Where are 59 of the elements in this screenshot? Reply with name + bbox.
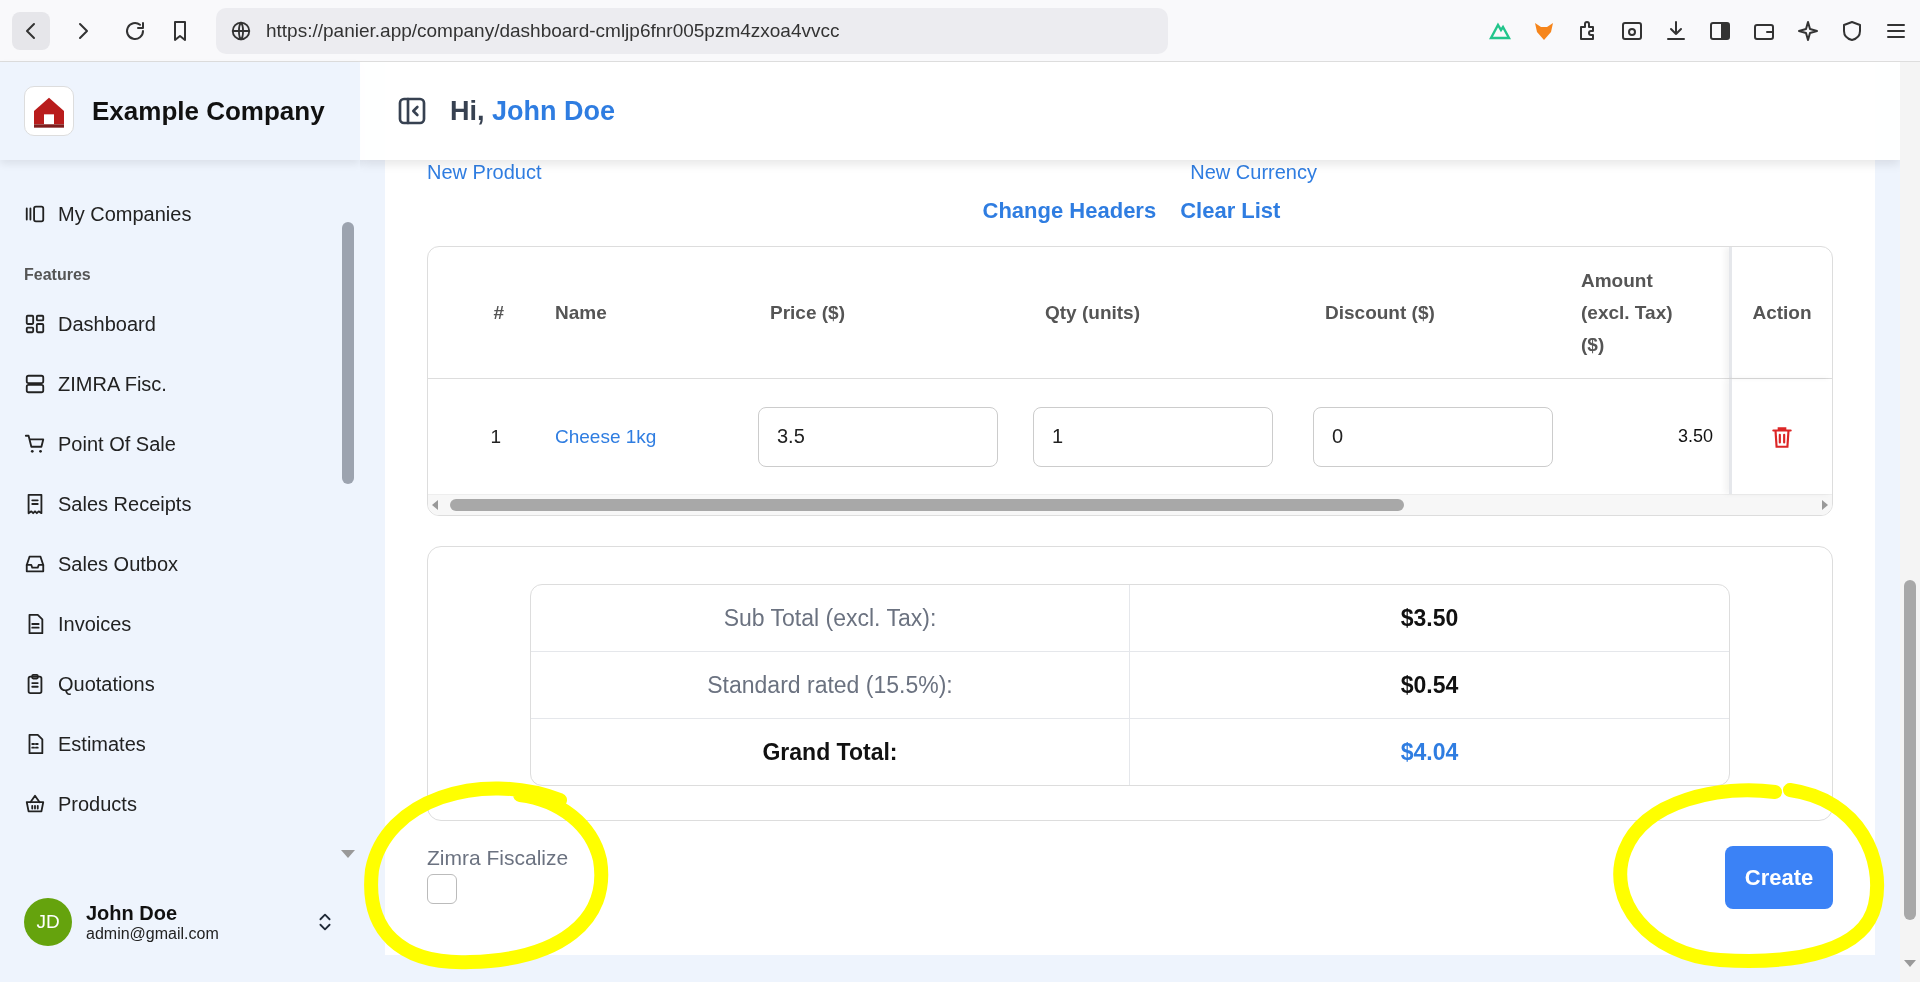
column-header: Name (554, 300, 608, 325)
total-value: $3.50 (1399, 603, 1460, 633)
sidebar-item[interactable]: Dashboard (24, 294, 324, 354)
shield-icon[interactable] (1840, 18, 1864, 43)
price-field[interactable]: 3.5 (758, 406, 998, 467)
user-avatar: JD (24, 898, 72, 946)
link[interactable]: Clear List (1180, 198, 1281, 226)
back-button[interactable] (12, 11, 50, 50)
column-header: Action (1729, 247, 1832, 378)
column-header: Discount ($) (1324, 300, 1436, 325)
sidebar-item[interactable]: Sales Receipts (24, 474, 324, 534)
link[interactable]: New Currency (1190, 161, 1317, 185)
discount-field[interactable]: 0 (1313, 406, 1553, 467)
total-value: $4.04 (1399, 737, 1460, 767)
company-name: Example Company (92, 95, 325, 127)
total-label: Standard rated (15.5%): (531, 652, 1130, 718)
cart-icon (24, 433, 46, 455)
amount-cell: 3.50 (1677, 426, 1713, 447)
link[interactable]: Change Headers (982, 198, 1157, 226)
server-icon (24, 373, 46, 395)
download-icon[interactable] (1664, 18, 1688, 43)
scrollbar-thumb[interactable] (342, 222, 354, 484)
qty-field[interactable]: 1 (1033, 406, 1273, 467)
checkbox[interactable] (427, 874, 457, 904)
sidebar-toggle-icon[interactable] (396, 95, 428, 127)
checkbox-label: Zimra Fiscalize (427, 846, 569, 869)
total-value: $0.54 (1399, 670, 1460, 700)
sidebar-item[interactable]: Estimates (24, 714, 324, 774)
address-bar[interactable]: https://panier.app/company/dashboard-cmljp6fnr005pzm4zxoa4vvcc (216, 7, 1168, 54)
dashboard-icon (24, 313, 46, 335)
column-header: Qty (units) (1044, 300, 1141, 325)
create-button[interactable]: Create (1725, 846, 1833, 909)
sparkle-icon[interactable] (1796, 18, 1820, 43)
scrollbar-thumb[interactable] (1904, 580, 1916, 920)
sidebar-item[interactable]: ZIMRA Fisc. (24, 354, 324, 414)
row-number: 1 (490, 425, 501, 448)
sidebar-item[interactable]: Point Of Sale (24, 414, 324, 474)
section-heading: Features (24, 266, 92, 284)
columns-icon (24, 203, 46, 225)
user-email: admin@gmail.com (86, 924, 220, 943)
link[interactable]: New Product (427, 161, 542, 185)
sidebar-item[interactable]: Invoices (24, 594, 324, 654)
column-header: Price ($) (769, 300, 846, 325)
total-label: Sub Total (excl. Tax): (531, 585, 1130, 651)
greeting: Hi, John Doe (450, 95, 616, 127)
sidebar-item[interactable]: Sales Outbox (24, 534, 324, 594)
inbox-icon (24, 553, 46, 575)
user-name: John Doe (86, 901, 179, 925)
column-header: Amount (excl. Tax) ($) (1581, 268, 1674, 357)
column-header: # (492, 300, 505, 325)
sidebar-item[interactable]: Quotations (24, 654, 324, 714)
total-label: Grand Total: (531, 719, 1130, 785)
product-link[interactable]: Cheese 1kg (555, 425, 657, 448)
horizontal-scrollbar[interactable] (428, 494, 1832, 515)
sidebar-item[interactable]: My Companies (24, 184, 324, 244)
scroll-down-arrow[interactable] (1904, 960, 1916, 967)
globe-icon (230, 19, 252, 42)
basket-icon (24, 793, 46, 815)
sidebar-item[interactable]: Products (24, 774, 324, 834)
